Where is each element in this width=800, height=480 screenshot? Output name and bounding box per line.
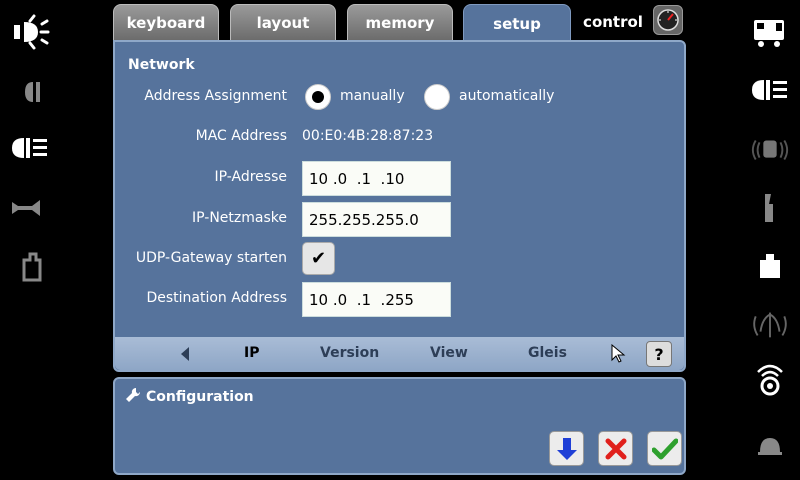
sound-speaker-icon[interactable]: [750, 362, 790, 402]
locomotive-icon[interactable]: [750, 12, 790, 52]
mac-address-value: 00:E0:4B:28:87:23: [302, 128, 434, 144]
subtab-view[interactable]: View: [430, 345, 468, 361]
cancel-button[interactable]: [598, 431, 633, 466]
move-down-button[interactable]: [549, 431, 584, 466]
wrench-icon: [125, 387, 141, 407]
sub-navigation: IP Version View Gleis ?: [115, 337, 684, 370]
netmask-field[interactable]: 255.255.255.0: [302, 202, 451, 237]
coupler-icon[interactable]: [12, 246, 52, 286]
check-icon: ✔: [310, 248, 327, 269]
cursor-icon: [610, 343, 626, 368]
network-panel: Network Address Assignment manually auto…: [113, 40, 686, 372]
back-arrow-icon[interactable]: [179, 346, 191, 366]
radio-manual-label[interactable]: manually: [340, 88, 405, 104]
arrow-down-icon: [556, 437, 577, 460]
udp-gateway-label: UDP-Gateway starten: [135, 250, 287, 266]
tab-keyboard[interactable]: keyboard: [113, 4, 219, 40]
pantograph-icon[interactable]: [752, 188, 792, 228]
tab-layout[interactable]: layout: [230, 4, 336, 40]
ip-address-label: IP-Adresse: [214, 169, 288, 185]
signal-train-icon[interactable]: [750, 130, 790, 170]
mac-address-label: MAC Address: [195, 128, 287, 144]
fountain-icon[interactable]: [750, 304, 790, 344]
configuration-panel: Configuration: [113, 377, 686, 475]
udp-gateway-checkbox[interactable]: ✔: [302, 242, 335, 275]
horn-icon[interactable]: [8, 188, 48, 228]
weight-icon[interactable]: [750, 246, 790, 286]
tab-setup[interactable]: setup: [463, 4, 571, 42]
destination-address-label: Destination Address: [146, 290, 287, 306]
subtab-ip[interactable]: IP: [244, 345, 259, 361]
radio-automatic[interactable]: [424, 84, 450, 110]
netmask-label: IP-Netzmaske: [192, 210, 287, 226]
configuration-title: Configuration: [146, 389, 254, 405]
confirm-button[interactable]: [647, 431, 682, 466]
close-icon: [605, 438, 626, 459]
tab-memory[interactable]: memory: [347, 4, 453, 40]
speedometer-icon[interactable]: [653, 5, 683, 35]
destination-address-field[interactable]: 10 .0 .1 .255: [302, 282, 451, 317]
subtab-version[interactable]: Version: [320, 345, 379, 361]
tab-control[interactable]: control: [578, 4, 648, 40]
headlight-beam-icon-right[interactable]: [750, 70, 790, 110]
address-assignment-label: Address Assignment: [144, 88, 287, 104]
rear-light-icon[interactable]: [18, 72, 58, 112]
light-icon[interactable]: [10, 12, 50, 52]
bell-icon[interactable]: [750, 424, 790, 464]
network-title: Network: [128, 57, 195, 73]
radio-automatic-label[interactable]: automatically: [459, 88, 554, 104]
help-button[interactable]: ?: [646, 341, 672, 367]
check-icon: [651, 438, 678, 459]
subtab-gleis[interactable]: Gleis: [528, 345, 567, 361]
headlight-beam-icon[interactable]: [10, 128, 50, 168]
ip-address-field[interactable]: 10 .0 .1 .10: [302, 161, 451, 196]
configuration-header: Configuration: [125, 387, 254, 407]
radio-manual[interactable]: [305, 84, 331, 110]
